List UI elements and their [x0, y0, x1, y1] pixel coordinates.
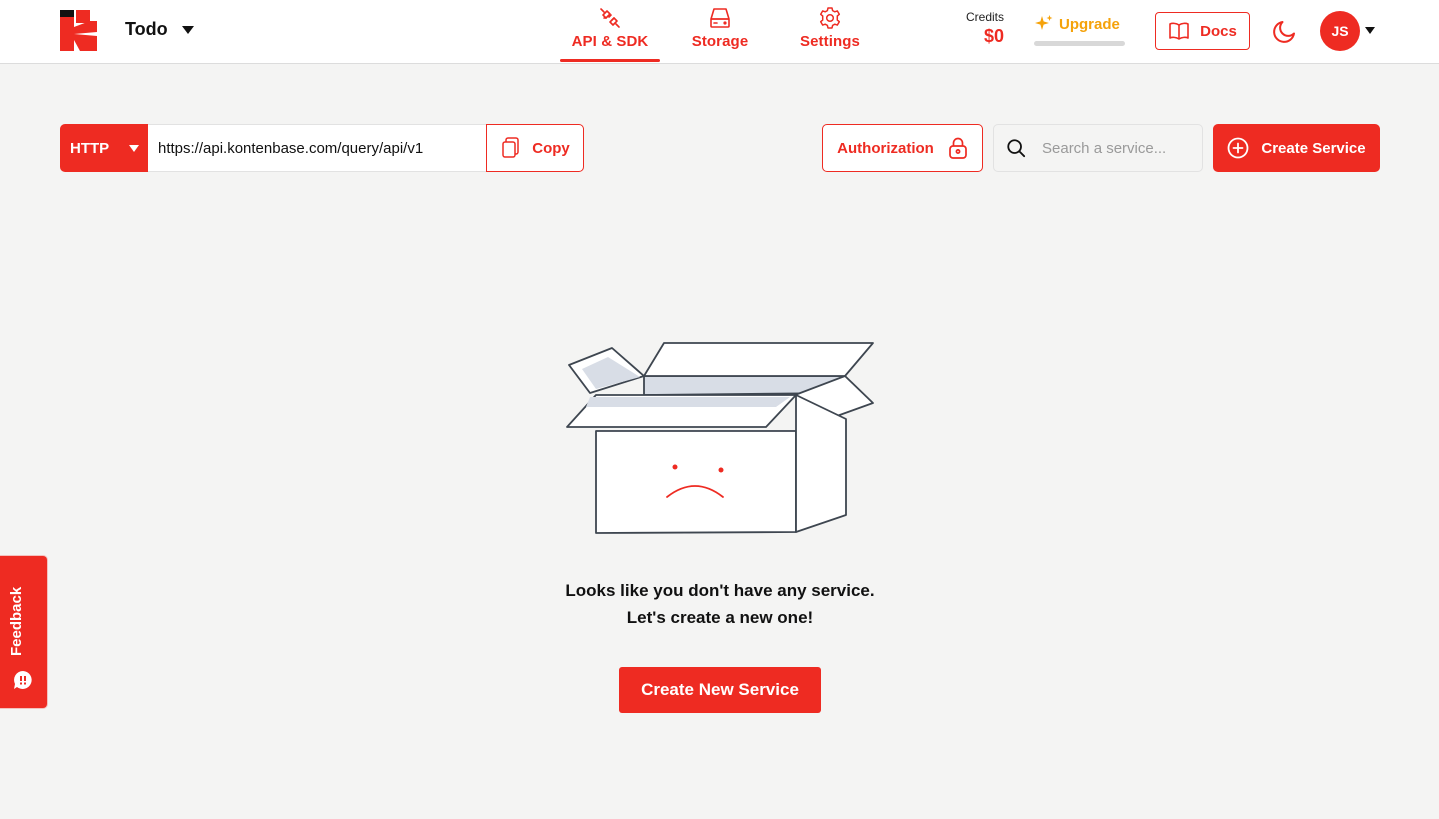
search-box — [993, 124, 1203, 172]
create-service-label: Create Service — [1261, 139, 1366, 157]
chat-bubble-icon — [14, 671, 32, 689]
credits-display: Credits $0 — [940, 10, 1004, 47]
endpoint-url-field[interactable]: https://api.kontenbase.com/query/api/v1 — [148, 124, 487, 172]
credits-label: Credits — [965, 10, 1004, 24]
tab-label: Storage — [691, 33, 749, 50]
avatar-initials: JS — [1331, 23, 1349, 39]
empty-state-line1: Looks like you don't have any service. — [565, 581, 875, 600]
top-header: Todo API & SDK Storage Settings Credits … — [0, 0, 1439, 64]
project-selector[interactable]: Todo — [125, 19, 194, 40]
upgrade-button[interactable]: Upgrade — [1034, 14, 1126, 46]
create-new-service-label: Create New Service — [641, 680, 799, 699]
empty-state-line2: Let's create a new one! — [626, 608, 814, 627]
chevron-down-icon — [129, 144, 140, 152]
create-service-button[interactable]: Create Service — [1213, 124, 1380, 172]
feedback-label: Feedback — [8, 586, 25, 656]
authorization-label: Authorization — [837, 139, 934, 157]
protocol-label: HTTP — [70, 139, 110, 157]
create-new-service-button[interactable]: Create New Service — [619, 667, 821, 713]
tab-label: Settings — [800, 33, 860, 50]
docs-button[interactable]: Docs — [1155, 12, 1250, 50]
copy-button[interactable]: Copy — [486, 124, 584, 172]
plug-icon — [600, 8, 620, 28]
upgrade-label: Upgrade — [1059, 15, 1120, 33]
authorization-button[interactable]: Authorization — [822, 124, 983, 172]
copy-label: Copy — [532, 139, 570, 157]
plus-circle-icon — [1227, 137, 1249, 159]
tab-settings[interactable]: Settings — [790, 6, 870, 62]
search-input[interactable] — [1042, 139, 1202, 157]
gear-icon — [819, 7, 841, 29]
tab-storage[interactable]: Storage — [680, 6, 760, 62]
credits-value: $0 — [983, 26, 1004, 46]
protocol-dropdown[interactable]: HTTP — [60, 124, 148, 172]
search-icon — [1007, 139, 1026, 158]
tab-label: API & SDK — [571, 33, 649, 50]
empty-box-illustration — [566, 342, 874, 534]
lock-icon — [948, 137, 967, 159]
copy-icon — [502, 137, 519, 158]
empty-state-message: Looks like you don't have any service. L… — [480, 577, 960, 631]
chevron-down-icon[interactable] — [1365, 27, 1375, 34]
book-icon — [1169, 22, 1189, 40]
storage-drive-icon — [710, 8, 730, 28]
feedback-tab[interactable]: Feedback — [0, 556, 47, 708]
credits-progress-bar — [1034, 41, 1125, 46]
docs-label: Docs — [1200, 22, 1237, 40]
kontenbase-logo[interactable] — [60, 10, 97, 51]
tab-api-sdk[interactable]: API & SDK — [560, 6, 660, 62]
chevron-down-icon — [181, 25, 194, 34]
sparkle-icon — [1035, 15, 1053, 30]
project-name: Todo — [125, 19, 168, 39]
moon-icon[interactable] — [1272, 18, 1298, 44]
avatar[interactable]: JS — [1320, 11, 1360, 51]
